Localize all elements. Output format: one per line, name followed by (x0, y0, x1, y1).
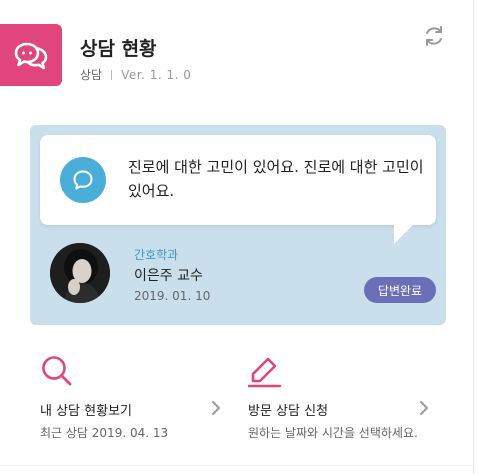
question-bubble: 진로에 대한 고민이 있어요. 진로에 대한 고민이 있어요. (40, 135, 436, 225)
consultation-widget: 상담 현황 상담 Ver. 1. 1. 0 진로에 대한 고민이 있어요. 진로… (0, 0, 474, 474)
chevron-right-icon (212, 401, 220, 415)
status-badge: 답변완료 (364, 277, 436, 303)
consult-date: 2019. 01. 10 (134, 289, 211, 303)
search-icon (42, 356, 72, 386)
visit-request-link[interactable]: 방문 상담 신청 원하는 날짜와 시간을 선택하세요. (248, 354, 448, 454)
my-consultation-link[interactable]: 내 상담 현황보기 최근 상담 2019. 04. 13 (40, 354, 240, 454)
bubble-tail (394, 224, 414, 244)
app-icon-badge (0, 24, 62, 86)
refresh-button[interactable] (422, 24, 446, 48)
action-subtext: 원하는 날짜와 시간을 선택하세요. (248, 426, 418, 440)
action-label: 방문 상담 신청 (248, 404, 329, 419)
action-label: 내 상담 현황보기 (40, 404, 132, 419)
professor-name: 이은주 교수 (134, 268, 203, 284)
pencil-icon (248, 357, 282, 388)
consultation-card[interactable]: 진로에 대한 고민이 있어요. 진로에 대한 고민이 있어요. 간호학과 이은주… (30, 125, 446, 325)
professor-photo (50, 243, 110, 303)
question-icon-circle (60, 157, 106, 203)
refresh-icon (426, 26, 442, 46)
chat-bubbles-icon (14, 42, 48, 70)
chat-bubble-icon (73, 170, 93, 190)
action-subtext: 최근 상담 2019. 04. 13 (40, 426, 169, 440)
question-text: 진로에 대한 고민이 있어요. 진로에 대한 고민이 있어요. (128, 158, 424, 200)
avatar (50, 243, 110, 303)
page-title: 상담 현황 (80, 38, 157, 60)
app-version: Ver. 1. 1. 0 (121, 67, 192, 82)
app-category: 상담 (80, 68, 103, 82)
department-label: 간호학과 (134, 248, 179, 262)
bottom-divider (0, 465, 474, 466)
divider (111, 69, 113, 80)
chevron-right-icon (420, 401, 428, 415)
app-meta: 상담 Ver. 1. 1. 0 (80, 66, 191, 83)
